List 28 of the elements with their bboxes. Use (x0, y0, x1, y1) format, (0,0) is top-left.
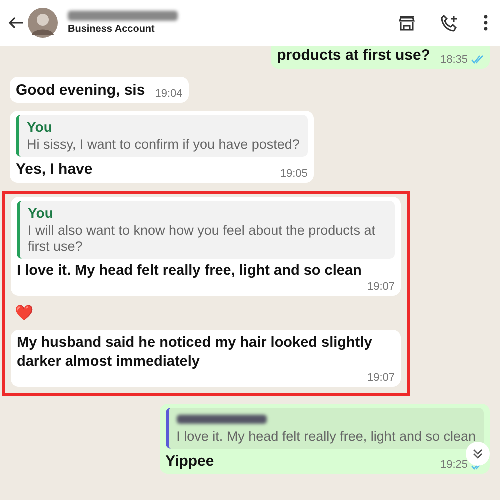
account-type: Business Account (68, 24, 156, 35)
quote-text: Hi sissy, I want to confirm if you have posted? (27, 137, 300, 154)
add-call-icon[interactable] (441, 14, 458, 32)
message-text: Yes, I have (16, 160, 93, 180)
quote-author: You (28, 204, 54, 221)
avatar[interactable] (28, 8, 58, 38)
message-time: 19:07 (367, 372, 395, 384)
message-text: Good evening, sis (16, 80, 146, 100)
back-arrow-icon[interactable] (8, 16, 24, 30)
message-text: I love it. My head felt really free, light and so clean (17, 262, 362, 281)
message-text: My husband said he noticed my hair looked slightly darker almost immediately (17, 334, 374, 372)
quoted-message[interactable]: You I will also want to know how you feel about the products at first use? (17, 200, 395, 260)
quote-text: I love it. My head felt really free, light and so clean (176, 428, 476, 445)
more-options-icon[interactable] (484, 15, 488, 31)
message-time: 19:25 (440, 459, 468, 472)
store-icon[interactable] (399, 16, 415, 30)
quoted-message[interactable]: You Hi sissy, I want to confirm if you have posted? (16, 115, 308, 158)
message-time: 19:04 (155, 88, 183, 100)
quoted-message[interactable]: I love it. My head felt really free, light and so clean (166, 408, 484, 449)
quote-author: You (27, 119, 54, 135)
message-time: 18:35 (440, 54, 468, 66)
message-time: 19:05 (280, 168, 308, 180)
chevrons-down-icon (473, 449, 483, 460)
message-time: 19:07 (367, 280, 395, 293)
quote-text: I will also want to know how you feel about the products at first use? (28, 222, 376, 256)
message-text: products at first use? (277, 46, 430, 66)
message-text: Yippee (166, 452, 214, 472)
heart-reaction[interactable]: ❤ (15, 304, 34, 322)
